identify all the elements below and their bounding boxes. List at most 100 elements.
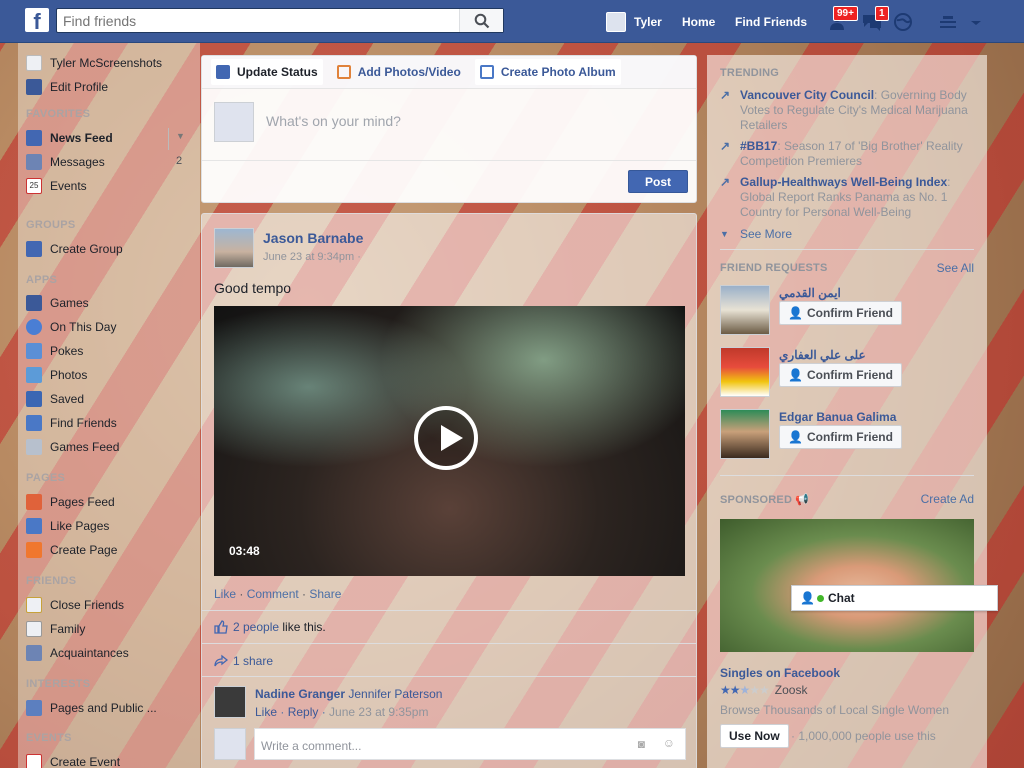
- post-text: Good tempo: [214, 280, 292, 296]
- sidebar-item-news-feed[interactable]: News Feed: [26, 127, 196, 149]
- author-avatar[interactable]: [214, 228, 254, 268]
- friend-request-avatar[interactable]: [720, 285, 770, 335]
- sidebar-item-saved[interactable]: Saved: [26, 388, 196, 410]
- section-header-favorites: FAVORITES: [26, 108, 91, 120]
- ad-title[interactable]: Singles on Facebook: [720, 666, 840, 680]
- sidebar-item-events[interactable]: 25 Events: [26, 175, 196, 197]
- like-link[interactable]: Like: [214, 587, 236, 601]
- sidebar-item-pages-feed[interactable]: Pages Feed: [26, 491, 196, 513]
- see-more-link[interactable]: ▼ See More: [720, 227, 975, 242]
- sidebar-item-family[interactable]: Family: [26, 618, 196, 640]
- shares-link[interactable]: 1 share: [233, 654, 273, 668]
- sidebar-item-create-event[interactable]: Create Event: [26, 751, 196, 768]
- news-feed-options-icon[interactable]: ▼: [176, 131, 185, 141]
- section-header-groups: GROUPS: [26, 219, 76, 231]
- sidebar-item-close-friends[interactable]: Close Friends: [26, 594, 196, 616]
- friend-request-name[interactable]: Edgar Banua Galima: [779, 410, 896, 424]
- chevron-down-icon: ▼: [720, 229, 729, 239]
- likes-link[interactable]: 2 people: [233, 620, 279, 634]
- notifications-jewel[interactable]: [893, 12, 915, 32]
- family-icon: [26, 621, 42, 637]
- trending-item[interactable]: ↗ #BB17: Season 17 of 'Big Brother' Reali…: [720, 139, 975, 169]
- confirm-friend-button[interactable]: 👤 Confirm Friend: [779, 363, 902, 387]
- post-time: June 23 at 9:34pm: [263, 251, 355, 263]
- sidebar-item-pages-public[interactable]: Pages and Public ...: [26, 697, 196, 719]
- facebook-logo-icon[interactable]: f: [25, 8, 49, 32]
- sidebar-item-like-pages[interactable]: Like Pages: [26, 515, 196, 537]
- comment-author[interactable]: Nadine Granger: [255, 687, 345, 701]
- comment-avatar[interactable]: [214, 686, 246, 718]
- chat-tab[interactable]: 👤 Chat: [791, 585, 998, 611]
- photos-icon: [26, 367, 42, 383]
- friend-request-name[interactable]: ايمن القدمي: [779, 286, 841, 300]
- sidebar-item-edit-profile[interactable]: Edit Profile: [26, 76, 196, 98]
- tab-update-status[interactable]: Update Status: [211, 59, 323, 85]
- sidebar-item-profile[interactable]: Tyler McScreenshots: [26, 52, 196, 74]
- post-author[interactable]: Jason Barnabe: [263, 230, 363, 246]
- trending-item[interactable]: ↗ Gallup-Healthways Well-Being Index: Glo…: [720, 175, 975, 220]
- comment-time: June 23 at 9:35pm: [329, 705, 429, 719]
- sidebar-item-label: Pages and Public ...: [50, 701, 157, 715]
- see-all-link[interactable]: See All: [937, 261, 974, 275]
- video-player[interactable]: 03:48: [214, 306, 685, 576]
- create-group-icon: [26, 241, 42, 257]
- tab-add-photos[interactable]: Add Photos/Video: [332, 59, 466, 85]
- audience-icon: ·: [357, 251, 361, 263]
- share-link[interactable]: Share: [309, 587, 341, 601]
- sidebar-item-label: Create Page: [50, 543, 118, 557]
- sidebar-item-photos[interactable]: Photos: [26, 364, 196, 386]
- sidebar-item-label: Find Friends: [50, 416, 117, 430]
- privacy-shortcuts[interactable]: [938, 12, 960, 32]
- confirm-friend-button[interactable]: 👤 Confirm Friend: [779, 301, 902, 325]
- account-menu[interactable]: [968, 12, 990, 32]
- sidebar-item-messages[interactable]: Messages: [26, 151, 196, 173]
- home-link[interactable]: Home: [682, 0, 715, 43]
- trending-title: #BB17: [740, 139, 778, 153]
- sidebar-item-on-this-day[interactable]: On This Day: [26, 316, 196, 338]
- comment-input[interactable]: Write a comment... ◙ ☺: [254, 728, 686, 760]
- friend-request-name[interactable]: على علي العفاري: [779, 348, 866, 362]
- comment-like-link[interactable]: Like: [255, 705, 277, 719]
- tab-create-album[interactable]: Create Photo Album: [474, 59, 621, 85]
- online-dot-icon: [816, 594, 824, 602]
- friend-request-avatar[interactable]: [720, 409, 770, 459]
- globe-icon: [894, 13, 912, 31]
- sidebar-item-find-friends[interactable]: Find Friends: [26, 412, 196, 434]
- comment-reply-link[interactable]: Reply: [288, 705, 319, 719]
- profile-link[interactable]: Tyler: [606, 0, 662, 43]
- sidebar-item-create-group[interactable]: Create Group: [26, 238, 196, 260]
- search-input[interactable]: [57, 9, 457, 32]
- friend-request-avatar[interactable]: [720, 347, 770, 397]
- status-input[interactable]: What's on your mind?: [266, 113, 401, 129]
- camera-icon[interactable]: ◙: [638, 737, 645, 751]
- trending-item[interactable]: ↗ Vancouver City Council: Governing Body …: [720, 88, 975, 133]
- post-button[interactable]: Post: [628, 170, 688, 193]
- sidebar-item-create-page[interactable]: Create Page: [26, 539, 196, 561]
- sidebar-item-games[interactable]: Games: [26, 292, 196, 314]
- play-icon[interactable]: [414, 406, 478, 470]
- post-timestamp[interactable]: June 23 at 9:34pm ·: [263, 251, 361, 263]
- pencil-icon: [26, 79, 42, 95]
- messages-jewel[interactable]: 1: [861, 6, 889, 32]
- chat-label: Chat: [827, 591, 855, 605]
- sidebar-item-acquaintances[interactable]: Acquaintances: [26, 642, 196, 664]
- confirm-friend-button[interactable]: 👤 Confirm Friend: [779, 425, 902, 449]
- news-feed-icon: [26, 130, 42, 146]
- search-button[interactable]: [459, 9, 503, 32]
- comment-link[interactable]: Comment: [247, 587, 299, 601]
- comment-tag[interactable]: Jennifer Paterson: [348, 687, 442, 701]
- sponsored-label: SPONSORED: [720, 494, 793, 506]
- sidebar-item-label: Edit Profile: [50, 80, 109, 94]
- ad-social-context: · 1,000,000 people use this: [791, 729, 936, 743]
- megaphone-icon: 📢: [795, 494, 810, 506]
- friend-requests-jewel[interactable]: 99+: [829, 6, 858, 32]
- emoji-icon[interactable]: ☺: [663, 736, 675, 750]
- sidebar-item-pokes[interactable]: Pokes: [26, 340, 196, 362]
- find-friends-icon: [26, 415, 42, 431]
- tab-label: Create Photo Album: [500, 65, 616, 79]
- find-friends-link[interactable]: Find Friends: [735, 0, 807, 43]
- use-now-button[interactable]: Use Now: [720, 724, 789, 748]
- sidebar-item-games-feed[interactable]: Games Feed: [26, 436, 196, 458]
- create-ad-link[interactable]: Create Ad: [921, 492, 974, 506]
- likes-suffix: like this.: [282, 620, 326, 634]
